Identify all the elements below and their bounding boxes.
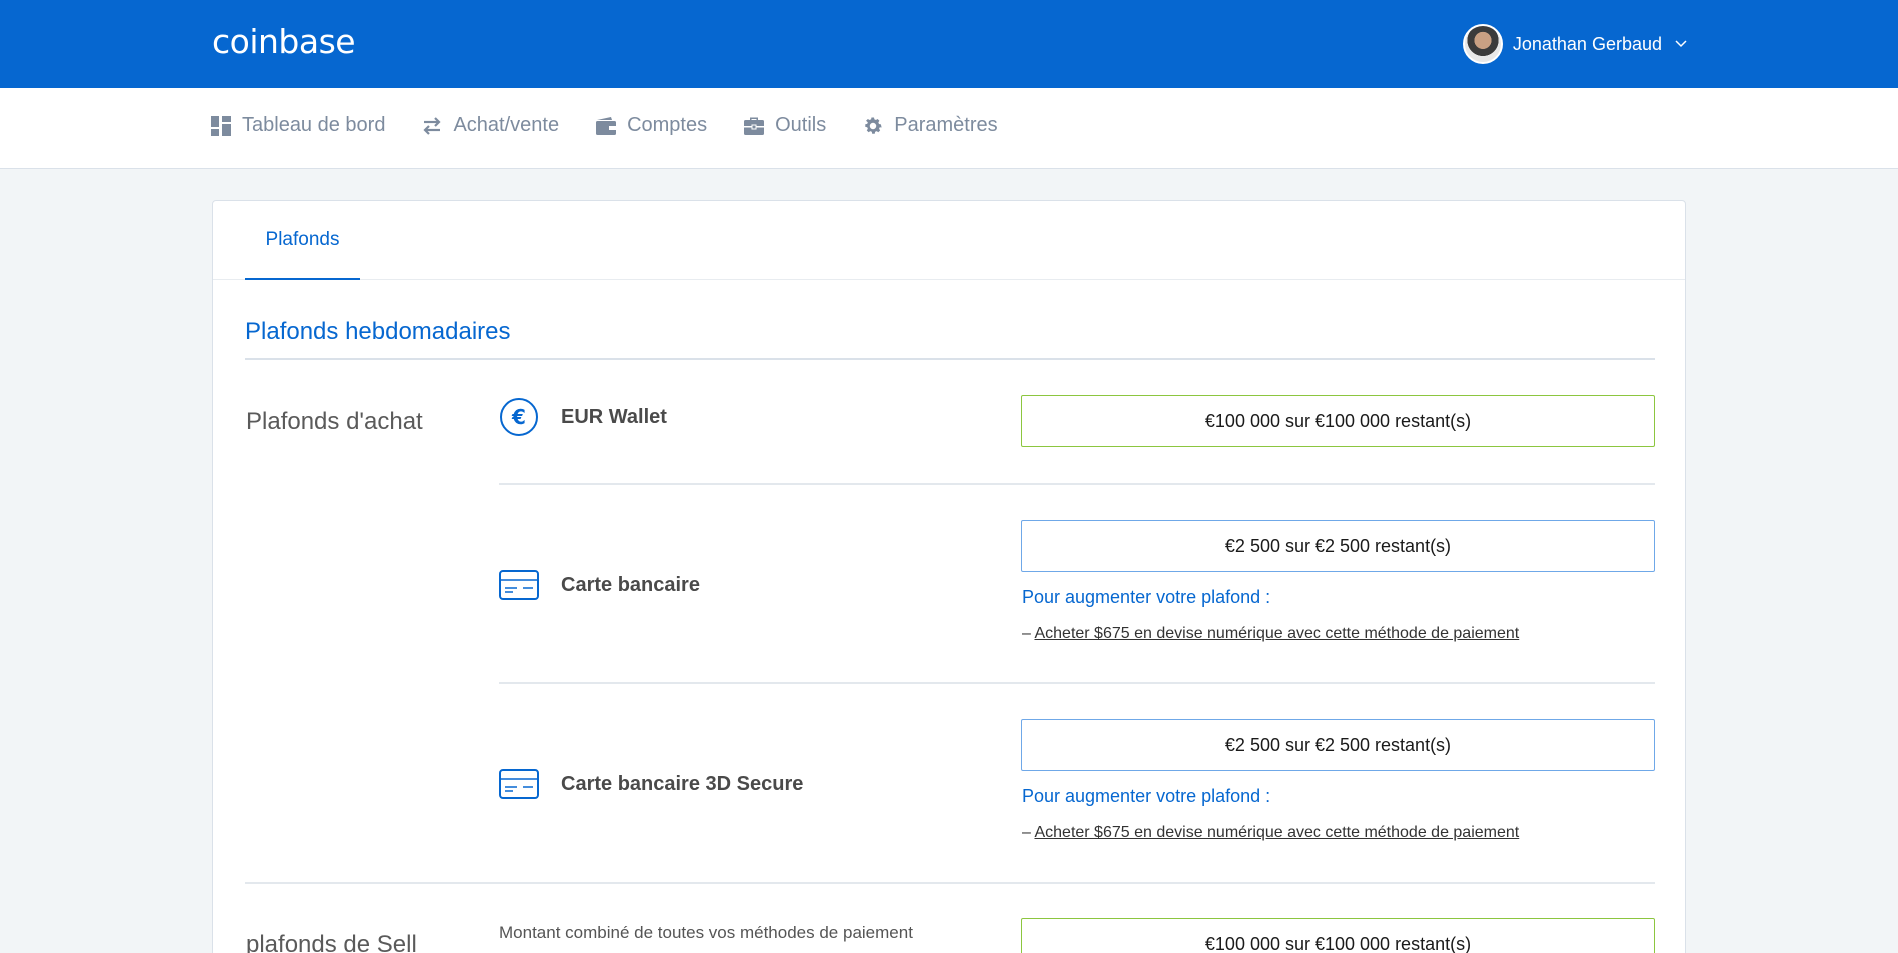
divider (499, 483, 1655, 485)
increase-limit-title: Pour augmenter votre plafond : (1022, 587, 1271, 607)
buy-limits-label: Plafonds d'achat (246, 408, 423, 435)
divider (245, 882, 1655, 884)
limits-card: Plafonds Plafonds hebdomadaires Plafonds… (212, 200, 1686, 953)
nav-item-label: Outils (775, 114, 827, 136)
nav-item-settings[interactable]: Paramètres (862, 114, 998, 137)
limit-value-box: €100 000 sur €100 000 restant(s) (1021, 918, 1655, 953)
sell-limits-description: Montant combiné de toutes vos méthodes d… (499, 923, 913, 942)
nav-item-tools[interactable]: Outils (743, 114, 826, 137)
method-name: EUR Wallet (561, 405, 667, 428)
swap-arrows-icon (421, 115, 443, 137)
user-menu[interactable]: Jonathan Gerbaud (1462, 24, 1688, 64)
limit-value-box: €2 500 sur €2 500 restant(s) (1021, 719, 1655, 771)
method-name: Carte bancaire (561, 573, 700, 596)
bullet-dash: – (1022, 625, 1035, 642)
payment-method-card: Carte bancaire (499, 565, 700, 605)
increase-limit-link[interactable]: Acheter $675 en devise numérique avec ce… (1034, 824, 1519, 841)
section-title: Plafonds hebdomadaires (245, 318, 511, 345)
increase-limit-item: – Acheter $675 en devise numérique avec … (1022, 824, 1519, 842)
euro-icon: € (499, 397, 539, 437)
bullet-dash: – (1022, 824, 1035, 841)
divider (499, 682, 1655, 684)
nav-item-label: Achat/vente (453, 114, 560, 136)
sell-limits-label: plafonds de Sell (246, 931, 417, 953)
avatar[interactable] (1462, 24, 1503, 64)
increase-limit-title: Pour augmenter votre plafond : (1022, 786, 1271, 806)
toolbox-icon (743, 115, 765, 137)
coinbase-logo[interactable]: coinbase (212, 22, 356, 61)
limit-value-box: €100 000 sur €100 000 restant(s) (1021, 395, 1655, 447)
user-name[interactable]: Jonathan Gerbaud (1513, 34, 1662, 55)
payment-method-eur-wallet: € EUR Wallet (499, 397, 667, 437)
gear-icon (862, 115, 884, 137)
method-name: Carte bancaire 3D Secure (561, 772, 804, 795)
svg-text:€: € (511, 405, 526, 429)
credit-card-icon (499, 565, 539, 605)
dashboard-icon (210, 115, 232, 137)
top-bar: coinbase Jonathan Gerbaud (0, 0, 1898, 88)
nav-item-label: Comptes (627, 114, 708, 136)
tab-limits[interactable]: Plafonds (245, 201, 360, 280)
nav-item-label: Tableau de bord (242, 114, 386, 136)
tab-bar: Plafonds (213, 201, 1685, 280)
increase-limit-link[interactable]: Acheter $675 en devise numérique avec ce… (1034, 625, 1519, 642)
increase-limit-item: – Acheter $675 en devise numérique avec … (1022, 625, 1519, 643)
wallet-icon (595, 115, 617, 137)
nav-item-buy-sell[interactable]: Achat/vente (421, 114, 559, 137)
nav-item-dashboard[interactable]: Tableau de bord (210, 114, 385, 137)
divider (245, 358, 1655, 360)
payment-method-card-3d-secure: Carte bancaire 3D Secure (499, 764, 803, 804)
chevron-down-icon[interactable] (1674, 36, 1688, 52)
nav-item-label: Paramètres (894, 114, 998, 136)
nav-item-accounts[interactable]: Comptes (595, 114, 707, 137)
credit-card-icon (499, 764, 539, 804)
limit-value-box: €2 500 sur €2 500 restant(s) (1021, 520, 1655, 572)
main-nav: Tableau de bord Achat/vente Comptes Outi… (0, 88, 1898, 169)
